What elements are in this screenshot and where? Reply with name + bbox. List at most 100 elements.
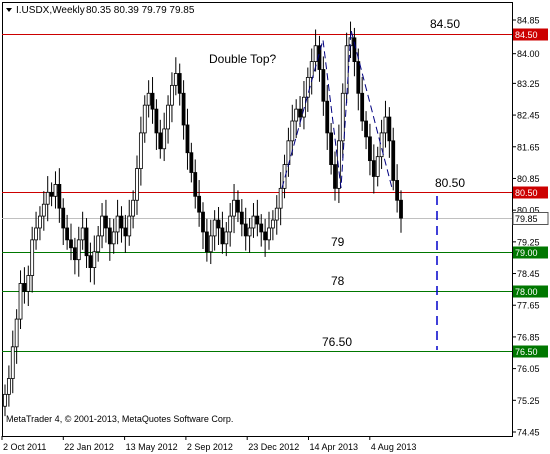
candle[interactable]	[22, 267, 27, 304]
candle[interactable]	[228, 203, 233, 247]
candle[interactable]	[166, 95, 170, 144]
candle[interactable]	[216, 206, 221, 246]
candle[interactable]	[197, 180, 202, 227]
candle-body	[76, 239, 81, 261]
candle[interactable]	[154, 99, 159, 150]
candle[interactable]	[204, 218, 209, 262]
candle[interactable]	[317, 35, 322, 82]
candle[interactable]	[30, 226, 35, 293]
candle[interactable]	[10, 330, 15, 394]
candle-body	[255, 215, 260, 225]
candle[interactable]	[92, 235, 97, 285]
candle[interactable]	[399, 190, 403, 233]
candle[interactable]	[251, 203, 256, 238]
candle[interactable]	[162, 112, 167, 162]
candle[interactable]	[69, 223, 73, 261]
candle[interactable]	[243, 207, 248, 251]
candle[interactable]	[45, 176, 50, 222]
candle[interactable]	[391, 127, 396, 191]
candle[interactable]	[352, 27, 357, 77]
candle[interactable]	[189, 142, 194, 183]
candle[interactable]	[309, 48, 314, 95]
candle[interactable]	[364, 111, 368, 150]
candle[interactable]	[104, 199, 108, 243]
candle[interactable]	[181, 80, 186, 140]
candle[interactable]	[212, 210, 217, 251]
candle[interactable]	[34, 211, 38, 250]
candle[interactable]	[395, 164, 400, 213]
candle[interactable]	[232, 184, 236, 234]
candle[interactable]	[53, 171, 58, 209]
candle[interactable]	[100, 203, 104, 249]
candle[interactable]	[185, 108, 190, 170]
candle[interactable]	[127, 199, 132, 246]
candle[interactable]	[65, 214, 70, 250]
candle[interactable]	[142, 95, 147, 143]
candle[interactable]	[135, 155, 139, 215]
candle[interactable]	[263, 218, 268, 257]
candle[interactable]	[325, 84, 330, 150]
candle[interactable]	[239, 199, 244, 237]
candle[interactable]	[131, 190, 136, 229]
candle[interactable]	[170, 72, 174, 123]
candle[interactable]	[329, 123, 334, 175]
candle[interactable]	[333, 151, 337, 201]
candle[interactable]	[302, 81, 306, 130]
candle[interactable]	[201, 202, 205, 249]
candle[interactable]	[290, 104, 295, 156]
candle[interactable]	[274, 195, 279, 235]
candle[interactable]	[267, 211, 271, 250]
candle[interactable]	[138, 116, 143, 186]
candle[interactable]	[208, 219, 213, 265]
candle[interactable]	[115, 199, 120, 245]
candle[interactable]	[270, 210, 275, 241]
candle[interactable]	[18, 270, 23, 329]
candle[interactable]	[41, 191, 46, 231]
candle[interactable]	[111, 218, 116, 254]
candle[interactable]	[286, 127, 291, 177]
candle[interactable]	[123, 214, 128, 253]
candle[interactable]	[193, 159, 198, 209]
candle[interactable]	[371, 144, 376, 194]
candle[interactable]	[80, 211, 85, 250]
candle[interactable]	[6, 365, 11, 407]
candle[interactable]	[387, 107, 392, 158]
candle[interactable]	[278, 172, 283, 226]
candle[interactable]	[84, 218, 89, 268]
price-chart[interactable]: I.USDX,Weekly 80.35 80.39 79.79 79.85 84…	[0, 0, 550, 454]
candle[interactable]	[150, 77, 155, 124]
candle-body	[247, 227, 252, 237]
candle[interactable]	[146, 80, 151, 118]
dropdown-triangle-icon[interactable]	[6, 8, 12, 12]
candle[interactable]	[38, 206, 42, 241]
candle[interactable]	[224, 222, 229, 257]
candle[interactable]	[379, 119, 384, 169]
candle[interactable]	[96, 226, 101, 262]
candle[interactable]	[107, 218, 112, 261]
candle[interactable]	[88, 242, 93, 283]
candle[interactable]	[76, 226, 81, 277]
candle[interactable]	[375, 146, 380, 187]
candle[interactable]	[72, 237, 77, 275]
candle[interactable]	[368, 123, 372, 176]
candle[interactable]	[14, 309, 19, 364]
candle[interactable]	[247, 218, 252, 253]
candle[interactable]	[3, 384, 7, 417]
candle-body	[228, 215, 233, 233]
candle[interactable]	[26, 265, 31, 307]
candle[interactable]	[383, 100, 388, 148]
candle[interactable]	[61, 198, 66, 246]
candle[interactable]	[57, 168, 62, 223]
candle[interactable]	[49, 182, 54, 207]
candle[interactable]	[321, 56, 326, 116]
candle[interactable]	[255, 199, 260, 237]
candle[interactable]	[119, 206, 124, 243]
candle[interactable]	[360, 77, 365, 131]
candle[interactable]	[173, 57, 178, 96]
candle-body	[154, 108, 159, 134]
candle[interactable]	[158, 119, 163, 159]
candle[interactable]	[236, 190, 240, 223]
candle-body	[41, 203, 46, 217]
candle[interactable]	[177, 63, 182, 106]
candle-body	[298, 108, 302, 118]
